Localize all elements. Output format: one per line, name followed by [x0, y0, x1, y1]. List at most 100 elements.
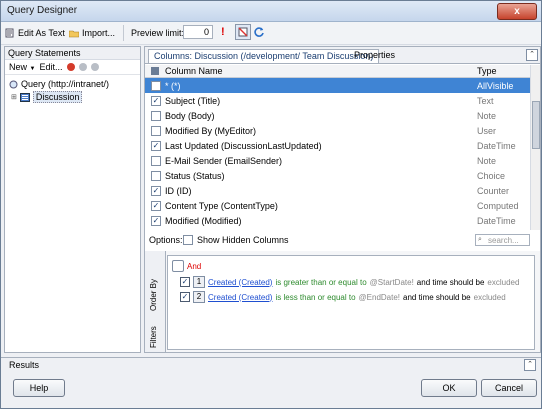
type-cell: Computed [477, 200, 519, 211]
row-checkbox[interactable]: ✓ [151, 216, 161, 226]
row-checkbox[interactable] [151, 171, 161, 181]
filter-1-field[interactable]: Created (Created) [208, 278, 272, 287]
chevron-down-icon: ▼ [29, 66, 36, 72]
warning-icon: ! [221, 26, 225, 38]
preview-limit-label: Preview limit: [131, 28, 185, 38]
query-statements-toolbar: New ▼ Edit... [5, 60, 140, 75]
row-checkbox[interactable]: ✓ [151, 201, 161, 211]
type-cell: User [477, 125, 497, 136]
query-icon [9, 80, 18, 88]
results-bar: Results ⌃ [1, 357, 541, 372]
row-checkbox[interactable] [151, 81, 161, 91]
options-bar: Options: Show Hidden Columns search... ⌕ [145, 233, 540, 249]
filter-1-operator[interactable]: is greater than or equal to [275, 278, 366, 287]
filter-2-field[interactable]: Created (Created) [208, 293, 272, 302]
title-bar: Query Designer x [1, 1, 541, 22]
tree-item-discussion[interactable]: ⊞ Discussion [11, 91, 83, 103]
column-name-cell: E-Mail Sender (EmailSender) [165, 155, 283, 166]
column-name-cell: Content Type (ContentType) [165, 200, 278, 211]
refresh-button[interactable] [253, 25, 265, 39]
toolbar: Edit As Text Import... Preview limit: 0 … [1, 22, 541, 45]
type-cell: Note [477, 155, 497, 166]
row-checkbox[interactable] [151, 126, 161, 136]
table-row[interactable]: ✓ Content Type (ContentType) Computed [145, 198, 530, 213]
tab-columns[interactable]: Columns: Discussion (/development/ Team … [148, 49, 380, 63]
tree-item-query[interactable]: Query (http://intranet/) [9, 78, 109, 90]
tab-properties[interactable]: Properties [349, 49, 400, 62]
tab-order-by[interactable]: Order By [149, 279, 158, 311]
edit-as-text-label: Edit As Text [18, 28, 65, 38]
search-input[interactable]: search... [475, 234, 530, 246]
query-statements-header: Query Statements [5, 47, 140, 60]
table-row[interactable]: E-Mail Sender (EmailSender) Note [145, 153, 530, 168]
delete-icon[interactable] [66, 63, 75, 71]
tree-item-discussion-label: Discussion [32, 91, 83, 103]
grid-scrollbar[interactable] [530, 65, 540, 230]
filter-2-checkbox[interactable]: ✓ [180, 292, 190, 302]
preview-icon [238, 27, 248, 37]
help-button[interactable]: Help [13, 379, 65, 397]
row-checkbox[interactable]: ✓ [151, 186, 161, 196]
edit-text-icon [5, 28, 14, 38]
filter-2-time[interactable]: excluded [474, 293, 506, 302]
select-all-icon[interactable] [151, 67, 159, 75]
table-row[interactable]: ✓ Last Updated (DiscussionLastUpdated) Dat… [145, 138, 530, 153]
new-button[interactable]: New ▼ [9, 62, 35, 72]
table-row[interactable]: ✓ ID (ID) Counter [145, 183, 530, 198]
type-cell: DateTime [477, 140, 516, 151]
table-row[interactable]: Status (Status) Choice [145, 168, 530, 183]
row-checkbox[interactable]: ✓ [151, 141, 161, 151]
filter-2-index: 2 [193, 291, 205, 303]
filter-panel: Order By Filters And ✓ 1 Created (Create… [145, 251, 540, 352]
tree-expander-icon[interactable]: ⊞ [11, 93, 17, 101]
row-checkbox[interactable]: ✓ [151, 96, 161, 106]
table-row[interactable]: Modified By (MyEditor) User [145, 123, 530, 138]
grid-header: Column Name Type [145, 65, 530, 78]
row-checkbox[interactable] [151, 156, 161, 166]
group-toggle-icon[interactable] [172, 260, 184, 272]
preview-limit-input[interactable]: 0 [183, 25, 213, 39]
filter-2-value[interactable]: @EndDate! [359, 293, 400, 302]
filter-group[interactable]: And [172, 260, 201, 272]
move-down-icon[interactable] [90, 63, 99, 71]
columns-grid: Column Name Type * (*) AllVisible ✓ Subject… [145, 65, 540, 230]
table-row[interactable]: ✓ Modified (Modified) DateTime [145, 213, 530, 228]
show-hidden-label: Show Hidden Columns [197, 235, 289, 245]
list-icon [19, 92, 30, 102]
column-name-cell: Modified By (MyEditor) [165, 125, 257, 136]
results-expand-icon[interactable]: ⌃ [524, 359, 536, 371]
ok-button[interactable]: OK [421, 379, 477, 397]
scrollbar-thumb[interactable] [532, 101, 540, 149]
move-up-icon[interactable] [78, 63, 87, 71]
collapse-icon[interactable]: ⌃ [526, 49, 538, 61]
type-cell: DateTime [477, 215, 516, 226]
table-row[interactable]: * (*) AllVisible [145, 78, 530, 93]
filter-1-time[interactable]: excluded [487, 278, 519, 287]
preview-toggle-button[interactable] [235, 24, 251, 40]
cancel-button[interactable]: Cancel [481, 379, 537, 397]
filter-2-tail: and time should be [403, 292, 471, 302]
import-button[interactable]: Import... [69, 26, 115, 40]
close-button[interactable]: x [497, 3, 537, 20]
type-cell: Text [477, 95, 494, 106]
filter-1-checkbox[interactable]: ✓ [180, 277, 190, 287]
options-label: Options: [149, 235, 183, 245]
filter-box: And ✓ 1 Created (Created) is greater tha… [167, 255, 535, 350]
results-label: Results [9, 360, 40, 370]
filter-1-value[interactable]: @StartDate! [370, 278, 414, 287]
edit-button[interactable]: Edit... [39, 62, 62, 72]
column-name-header: Column Name [165, 66, 223, 76]
edit-as-text-button[interactable]: Edit As Text [5, 26, 65, 40]
column-name-cell: Last Updated (DiscussionLastUpdated) [165, 140, 322, 151]
table-row[interactable]: ✓ Subject (Title) Text [145, 93, 530, 108]
filter-2-operator[interactable]: is less than or equal to [275, 293, 355, 302]
filter-1-index: 1 [193, 276, 205, 288]
table-row[interactable]: Body (Body) Note [145, 108, 530, 123]
tab-filters[interactable]: Filters [149, 326, 158, 348]
query-designer-window: Query Designer x Edit As Text Import... … [0, 0, 542, 409]
group-operator[interactable]: And [187, 262, 201, 271]
refresh-icon [254, 27, 264, 37]
show-hidden-checkbox[interactable] [183, 235, 193, 245]
column-name-cell: Subject (Title) [165, 95, 221, 106]
row-checkbox[interactable] [151, 111, 161, 121]
